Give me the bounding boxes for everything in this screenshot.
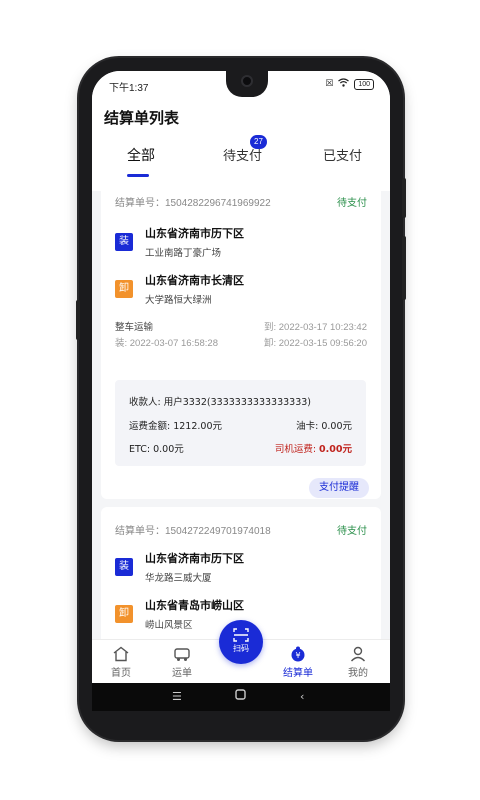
tab-pending[interactable]: 待支付 27	[223, 135, 267, 164]
nav-profile-label: 我的	[348, 668, 368, 679]
bottom-nav: 首页 运单 扫码 ¥ 结算单 我的	[92, 620, 390, 683]
transport-type: 整车运输	[115, 322, 154, 333]
arrive-time: 到: 2022-03-17 10:23:42	[264, 322, 367, 333]
load-address: 工业南路丁豪广场	[145, 248, 222, 259]
load-city: 山东省济南市历下区	[145, 227, 244, 240]
nav-waybill[interactable]: 运单	[162, 646, 202, 679]
tab-paid[interactable]: 已支付	[323, 145, 362, 164]
settlement-card[interactable]: 结算单号：1504282296741969922 待支付 装 山东省济南市历下区…	[101, 179, 381, 499]
camera-notch	[226, 71, 268, 97]
freight-amount: 运费金额: 1212.00元	[129, 421, 223, 432]
etc-amount: ETC: 0.00元	[129, 444, 184, 455]
page-title: 结算单列表	[104, 109, 180, 127]
nav-waybill-label: 运单	[172, 668, 192, 679]
wifi-icon	[338, 78, 350, 90]
unload-city: 山东省济南市长清区	[145, 274, 244, 287]
load-tag: 装	[115, 233, 133, 251]
unload-route: 卸 山东省济南市长清区 大学路恒大绿洲	[115, 272, 365, 306]
nav-profile[interactable]: 我的	[338, 646, 378, 679]
power-button	[402, 236, 406, 300]
payment-summary: 收款人: 用户3332(3333333333333333) 运费金额: 1212…	[115, 380, 366, 466]
back-icon[interactable]: ‹	[300, 690, 304, 703]
load-tag: 装	[115, 558, 133, 576]
home-square-icon[interactable]	[235, 689, 246, 703]
unload-address: 大学路恒大绿洲	[145, 295, 212, 306]
load-route: 装 山东省济南市历下区 华龙路三威大厦	[115, 550, 365, 584]
load-route: 装 山东省济南市历下区 工业南路丁豪广场	[115, 225, 365, 259]
driver-fee-value: 0.00元	[319, 444, 352, 455]
nav-home-label: 首页	[111, 668, 131, 679]
front-camera-icon	[241, 75, 253, 87]
status-time: 下午1:37	[109, 83, 149, 94]
payee: 收款人: 用户3332(3333333333333333)	[129, 397, 312, 408]
menu-icon[interactable]: ☰	[172, 690, 182, 703]
side-key	[76, 300, 80, 340]
order-number: 结算单号：1504282296741969922	[115, 198, 271, 209]
settlement-icon: ¥	[291, 646, 305, 662]
unload-address: 崂山风景区	[145, 620, 193, 631]
unload-tag: 卸	[115, 605, 133, 623]
scan-button[interactable]: 扫码	[219, 620, 263, 664]
scan-icon	[233, 628, 249, 642]
load-address: 华龙路三威大厦	[145, 573, 212, 584]
settlement-list: 结算单号：1504282296741969922 待支付 装 山东省济南市历下区…	[92, 179, 390, 647]
svg-text:¥: ¥	[295, 651, 300, 660]
order-status: 待支付	[337, 198, 367, 209]
payment-remind-button[interactable]: 支付提醒	[309, 478, 369, 498]
tab-pending-label: 待支付	[223, 149, 263, 164]
unload-tag: 卸	[115, 280, 133, 298]
unload-time: 卸: 2022-03-15 09:56:20	[264, 338, 367, 349]
scan-label: 扫码	[233, 644, 249, 653]
user-icon	[350, 646, 366, 662]
driver-fee-label: 司机运费:	[274, 444, 320, 455]
system-nav-bar: ☰ ‹	[92, 683, 390, 711]
sim-icon: ☒	[325, 79, 334, 89]
nav-settlement[interactable]: ¥ 结算单	[278, 646, 318, 679]
oil-card-amount: 油卡: 0.00元	[296, 421, 352, 432]
load-time: 装: 2022-03-07 16:58:28	[115, 338, 218, 349]
volume-button	[402, 178, 406, 218]
driver-fee: 司机运费: 0.00元	[275, 441, 352, 455]
nav-home[interactable]: 首页	[101, 646, 141, 679]
order-number: 结算单号：1504272249701974018	[115, 526, 271, 537]
unload-city: 山东省青岛市崂山区	[145, 599, 244, 612]
tab-indicator	[127, 174, 149, 177]
status-icons: ☒ 100	[325, 78, 374, 90]
page-header: 结算单列表 全部 待支付 27 已支付	[92, 97, 390, 191]
home-icon	[113, 646, 129, 662]
nav-settlement-label: 结算单	[283, 668, 313, 679]
app-screen: 下午1:37 ☒ 100 结算单列表 全部 待支付 27 已支付 结算单号：15…	[92, 71, 390, 711]
pending-count-badge: 27	[250, 135, 267, 149]
tab-bar: 全部 待支付 27 已支付	[92, 135, 390, 183]
load-city: 山东省济南市历下区	[145, 552, 244, 565]
battery-icon: 100	[354, 78, 374, 90]
tab-all[interactable]: 全部	[127, 145, 155, 165]
truck-icon	[174, 648, 190, 661]
order-status: 待支付	[337, 526, 367, 537]
